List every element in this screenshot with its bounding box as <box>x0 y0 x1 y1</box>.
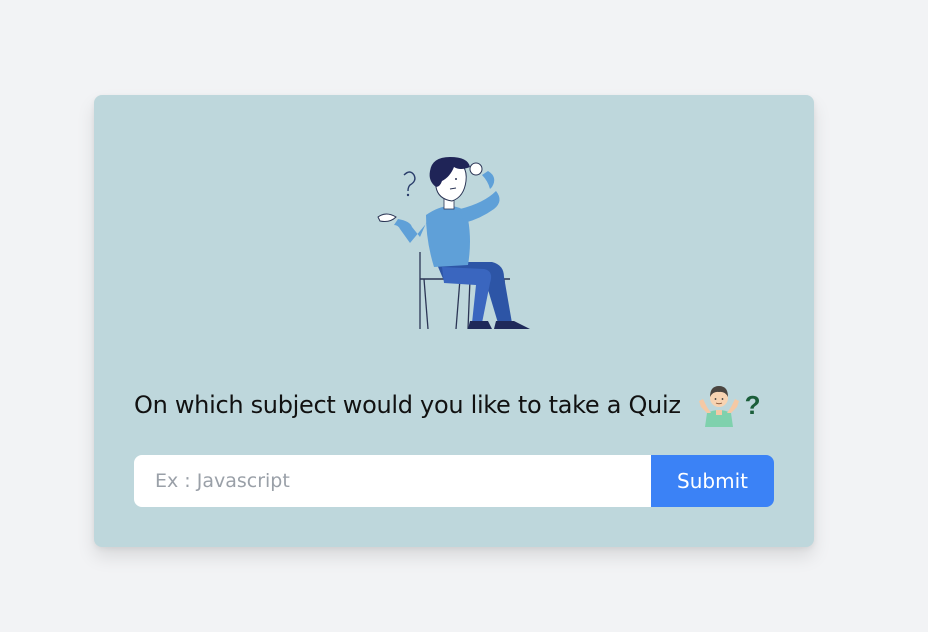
subject-form: Submit <box>134 455 774 507</box>
question-text: On which subject would you like to take … <box>134 391 681 419</box>
question-mark: ? <box>744 389 761 420</box>
quiz-card: On which subject would you like to take … <box>94 95 814 547</box>
question-row: On which subject would you like to take … <box>134 380 761 430</box>
thinking-person-illustration <box>377 157 530 330</box>
subject-input[interactable] <box>134 455 651 507</box>
person-shrugging-icon <box>698 386 739 427</box>
submit-button[interactable]: Submit <box>651 455 774 507</box>
